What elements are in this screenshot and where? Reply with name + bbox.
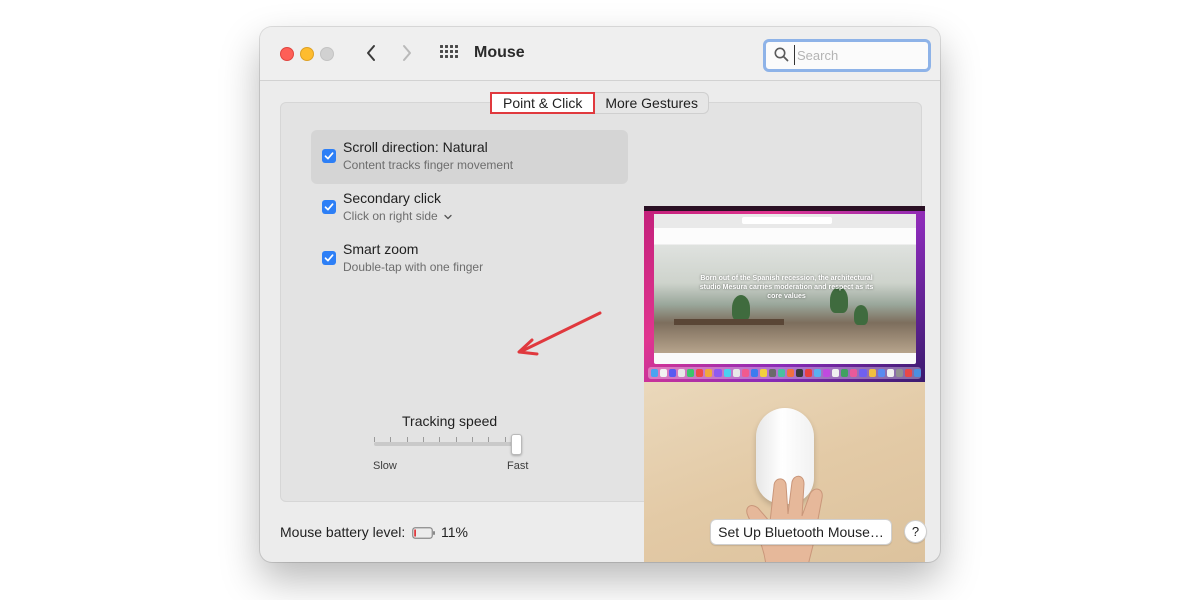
preview-browser-chrome bbox=[654, 214, 916, 229]
dock-app-icon bbox=[651, 369, 659, 377]
tracking-speed-label: Tracking speed bbox=[402, 413, 498, 429]
dock-app-icon bbox=[777, 369, 785, 377]
dock-app-icon bbox=[868, 369, 876, 377]
dock-app-icon bbox=[678, 369, 686, 377]
dock-app-icon bbox=[696, 369, 704, 377]
dock-app-icon bbox=[786, 369, 794, 377]
search-input[interactable] bbox=[794, 45, 925, 65]
dock-app-icon bbox=[732, 369, 740, 377]
checkmark-icon bbox=[324, 254, 334, 262]
gesture-preview: Born out of the Spanish recession, the a… bbox=[644, 206, 925, 562]
tab-bar: Point & Click More Gestures bbox=[490, 92, 709, 114]
minimize-window-button[interactable] bbox=[300, 47, 314, 61]
preview-screen: Born out of the Spanish recession, the a… bbox=[644, 206, 925, 382]
dock-app-icon bbox=[669, 369, 677, 377]
slow-label: Slow bbox=[373, 460, 397, 472]
battery-icon bbox=[412, 527, 435, 539]
dock-app-icon bbox=[859, 369, 867, 377]
dock-app-icon bbox=[814, 369, 822, 377]
dock-app-icon bbox=[768, 369, 776, 377]
tab-more-gestures[interactable]: More Gestures bbox=[595, 92, 709, 114]
secondary-click-checkbox[interactable] bbox=[322, 200, 336, 214]
chevron-down-icon bbox=[444, 214, 452, 220]
smart-zoom-checkbox[interactable] bbox=[322, 251, 336, 265]
close-window-button[interactable] bbox=[280, 47, 294, 61]
dock-app-icon bbox=[750, 369, 758, 377]
battery-level-value: 11% bbox=[441, 524, 468, 540]
show-all-button[interactable] bbox=[439, 44, 459, 64]
zoom-window-button[interactable] bbox=[320, 47, 334, 61]
preview-headline: Born out of the Spanish recession, the a… bbox=[699, 275, 874, 300]
battery-level-label: Mouse battery level: bbox=[280, 524, 406, 540]
dock-app-icon bbox=[823, 369, 831, 377]
option-scroll-direction[interactable]: Scroll direction: Natural Content tracks… bbox=[311, 130, 628, 184]
preview-table bbox=[674, 319, 784, 325]
dock-app-icon bbox=[913, 369, 921, 377]
dock-app-icon bbox=[832, 369, 840, 377]
option-title: Smart zoom bbox=[343, 241, 419, 257]
forward-button[interactable] bbox=[395, 41, 419, 65]
dock-app-icon bbox=[850, 369, 858, 377]
hand-image bbox=[746, 475, 823, 562]
preview-site-nav bbox=[654, 228, 916, 245]
dock-app-icon bbox=[796, 369, 804, 377]
slider-track bbox=[374, 442, 522, 446]
option-title: Secondary click bbox=[343, 190, 442, 206]
dock-app-icon bbox=[904, 369, 912, 377]
dock-app-icon bbox=[805, 369, 813, 377]
back-button[interactable] bbox=[359, 41, 383, 65]
dock-app-icon bbox=[841, 369, 849, 377]
preview-plant bbox=[854, 305, 868, 325]
dock-app-icon bbox=[714, 369, 722, 377]
dock-app-icon bbox=[895, 369, 903, 377]
mouse-preferences-window: Mouse Point & Click More Gestures Scroll… bbox=[260, 27, 940, 562]
grid-icon bbox=[440, 45, 458, 58]
annotation-arrow-icon bbox=[517, 311, 602, 356]
fast-label: Fast bbox=[507, 460, 529, 472]
scroll-direction-checkbox[interactable] bbox=[322, 149, 336, 163]
dock-app-icon bbox=[687, 369, 695, 377]
dock-app-icon bbox=[723, 369, 731, 377]
preview-url-bar bbox=[742, 217, 832, 224]
option-title: Scroll direction: Natural bbox=[343, 139, 488, 155]
magnifier-icon bbox=[774, 47, 789, 62]
dock-app-icon bbox=[886, 369, 894, 377]
preview-dock bbox=[648, 367, 921, 379]
checkmark-icon bbox=[324, 152, 334, 160]
option-secondary-click[interactable]: Secondary click Click on right side bbox=[311, 181, 628, 235]
option-subtitle: Content tracks finger movement bbox=[343, 158, 514, 172]
dock-app-icon bbox=[705, 369, 713, 377]
slider-thumb[interactable] bbox=[511, 434, 522, 455]
chevron-right-icon bbox=[403, 45, 411, 61]
option-smart-zoom[interactable]: Smart zoom Double-tap with one finger bbox=[311, 232, 628, 286]
tab-point-and-click[interactable]: Point & Click bbox=[490, 92, 596, 114]
dock-app-icon bbox=[759, 369, 767, 377]
window-title: Mouse bbox=[474, 44, 525, 61]
dock-app-icon bbox=[660, 369, 668, 377]
chevron-left-icon bbox=[367, 45, 375, 61]
tracking-speed-slider[interactable] bbox=[374, 434, 522, 456]
toolbar: Mouse bbox=[260, 27, 940, 81]
secondary-click-popup[interactable]: Click on right side bbox=[343, 209, 452, 223]
dock-app-icon bbox=[877, 369, 885, 377]
search-field[interactable] bbox=[763, 39, 931, 72]
dock-app-icon bbox=[741, 369, 749, 377]
set-up-bluetooth-mouse-button[interactable]: Set Up Bluetooth Mouse… bbox=[710, 519, 892, 545]
option-subtitle: Double-tap with one finger bbox=[343, 260, 484, 274]
settings-panel: Scroll direction: Natural Content tracks… bbox=[280, 102, 925, 562]
help-button[interactable]: ? bbox=[904, 520, 927, 543]
checkmark-icon bbox=[324, 203, 334, 211]
option-subtitle: Click on right side bbox=[343, 209, 438, 223]
preview-browser: Born out of the Spanish recession, the a… bbox=[654, 214, 916, 364]
preview-menubar bbox=[644, 206, 925, 211]
